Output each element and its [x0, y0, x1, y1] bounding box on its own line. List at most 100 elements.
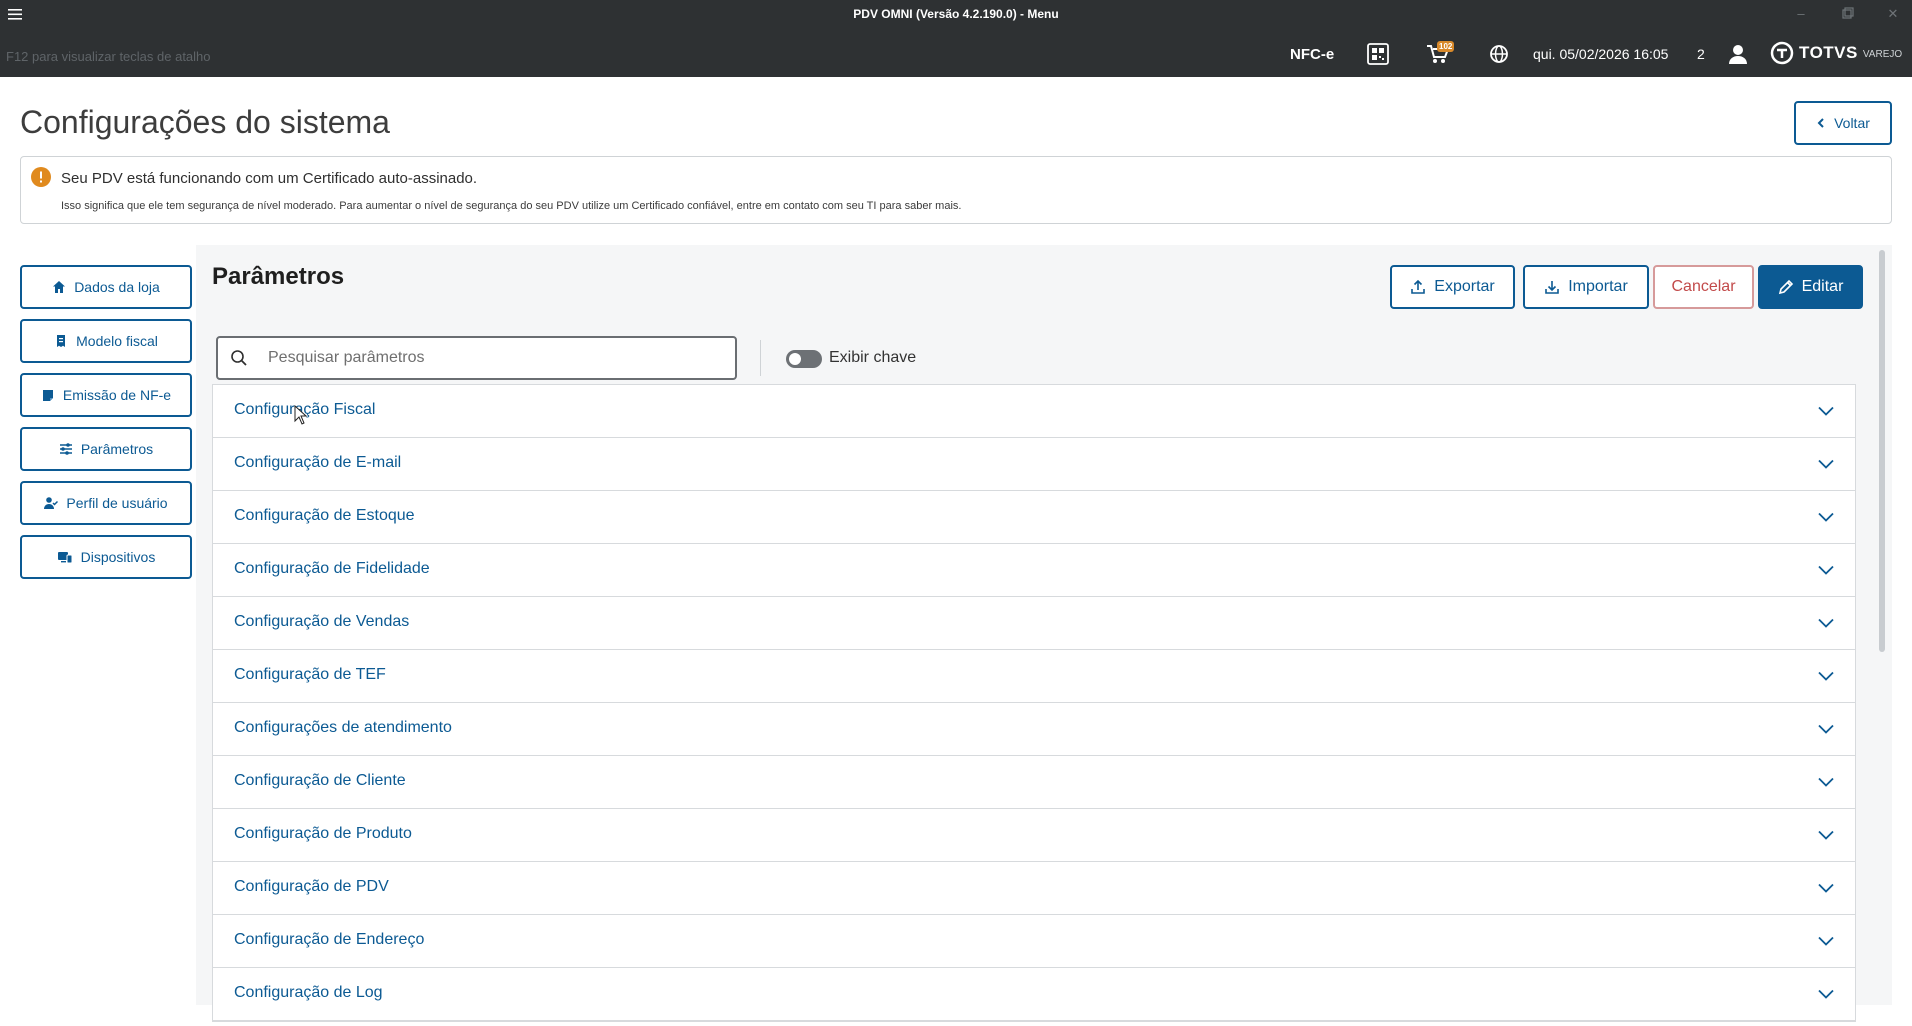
- receipt-icon: [57, 335, 66, 347]
- edit-button[interactable]: Editar: [1758, 265, 1863, 309]
- search-icon: [231, 350, 247, 366]
- accordion-item-label: Configuração de Endereço: [234, 931, 425, 948]
- accordion-item-email[interactable]: Configuração de E-mail: [213, 438, 1855, 491]
- devices-icon: [57, 552, 73, 564]
- accordion-item-label: Configuração de TEF: [234, 666, 386, 683]
- chevron-down-icon: [1818, 830, 1834, 840]
- sidebar-item-label: Modelo fiscal: [76, 333, 158, 349]
- totvs-logo-icon: [1770, 41, 1794, 65]
- chevron-down-icon: [1818, 459, 1834, 469]
- sidebar-item-label: Dispositivos: [80, 549, 156, 565]
- accordion-item-label: Configuração de Fidelidade: [234, 560, 430, 577]
- cancel-button-label: Cancelar: [1671, 278, 1736, 295]
- totvs-logo: TOTVS VAREJO: [1770, 41, 1902, 65]
- mouse-pointer-icon: [294, 405, 308, 425]
- sidebar-item-label: Emissão de NF-e: [62, 387, 172, 403]
- chevron-down-icon: [1818, 883, 1834, 893]
- sidebar-item-emissao-nfe[interactable]: Emissão de NF-e: [20, 373, 192, 417]
- back-button-label: Voltar: [1834, 115, 1870, 131]
- accordion-item-label: Configuração de Vendas: [234, 613, 410, 630]
- back-button[interactable]: Voltar: [1794, 101, 1892, 145]
- toolbar-divider: [760, 340, 761, 376]
- minimize-icon[interactable]: –: [1790, 4, 1812, 24]
- chevron-down-icon: [1818, 671, 1834, 681]
- upload-icon: [1411, 279, 1426, 294]
- search-field[interactable]: [216, 336, 737, 380]
- panel-scrollbar[interactable]: [1879, 250, 1885, 652]
- close-icon[interactable]: ✕: [1882, 4, 1904, 24]
- window-titlebar: PDV OMNI (Versão 4.2.190.0) - Menu – ✕: [0, 0, 1912, 28]
- user-count: 2: [1697, 46, 1705, 62]
- search-input[interactable]: [268, 346, 718, 370]
- accordion-item-produto[interactable]: Configuração de Produto: [213, 809, 1855, 862]
- sidebar-item-parametros[interactable]: Parâmetros: [20, 427, 192, 471]
- sidebar-item-label: Perfil de usuário: [66, 495, 168, 511]
- sidebar-item-dispositivos[interactable]: Dispositivos: [20, 535, 192, 579]
- accordion-item-label: Configuração de Produto: [234, 825, 412, 842]
- accordion-item-tef[interactable]: Configuração de TEF: [213, 650, 1855, 703]
- chevron-down-icon: [1818, 406, 1834, 416]
- accordion-item-cliente[interactable]: Configuração de Cliente: [213, 756, 1855, 809]
- accordion-item-atendimento[interactable]: Configurações de atendimento: [213, 703, 1855, 756]
- accordion-item-vendas[interactable]: Configuração de Vendas: [213, 597, 1855, 650]
- sliders-icon: [59, 443, 72, 455]
- qrcode-icon[interactable]: [1364, 41, 1392, 67]
- document-icon: [42, 390, 53, 401]
- accordion-item-fiscal[interactable]: Configuração Fiscal: [213, 385, 1855, 438]
- brand-sub: VAREJO: [1862, 49, 1903, 60]
- shortcut-hint: F12 para visualizar teclas de atalho: [6, 49, 211, 64]
- chevron-down-icon: [1818, 989, 1834, 999]
- chevron-down-icon: [1818, 936, 1834, 946]
- cart-count-badge: 102: [1437, 41, 1455, 52]
- show-key-toggle[interactable]: [786, 350, 822, 368]
- sidebar-item-label: Dados da loja: [74, 279, 160, 295]
- warning-icon: [31, 167, 51, 187]
- accordion-item-label: Configuração de Log: [234, 984, 383, 1001]
- accordion-item-estoque[interactable]: Configuração de Estoque: [213, 491, 1855, 544]
- cancel-button[interactable]: Cancelar: [1653, 265, 1754, 309]
- home-icon: [53, 281, 66, 293]
- accordion-item-label: Configurações de atendimento: [234, 719, 452, 736]
- accordion-item-fidelidade[interactable]: Configuração de Fidelidade: [213, 544, 1855, 597]
- user-icon[interactable]: [1724, 41, 1752, 67]
- sidebar-item-label: Parâmetros: [80, 441, 154, 457]
- app-topbar: F12 para visualizar teclas de atalho NFC…: [0, 28, 1912, 77]
- toggle-knob: [789, 353, 801, 365]
- datetime: qui. 05/02/2026 16:05: [1533, 46, 1669, 62]
- chevron-down-icon: [1818, 777, 1834, 787]
- accordion-item-pdv[interactable]: Configuração de PDV: [213, 862, 1855, 915]
- accordion-item-label: Configuração de Estoque: [234, 507, 415, 524]
- brand-name: TOTVS: [1799, 43, 1858, 62]
- page-title: Configurações do sistema: [20, 104, 390, 140]
- parameters-accordion: Configuração Fiscal Configuração de E-ma…: [212, 384, 1856, 1022]
- sidebar-item-perfil-de-usuario[interactable]: Perfil de usuário: [20, 481, 192, 525]
- doc-type-indicator[interactable]: NFC-e: [1290, 46, 1334, 63]
- accordion-item-label: Configuração de PDV: [234, 878, 389, 895]
- sidebar-item-modelo-fiscal[interactable]: Modelo fiscal: [20, 319, 192, 363]
- alert-title: Seu PDV está funcionando com um Certific…: [61, 170, 478, 187]
- chevron-left-icon: [1817, 118, 1824, 128]
- chevron-down-icon: [1818, 565, 1834, 575]
- export-button[interactable]: Exportar: [1390, 265, 1515, 309]
- chevron-down-icon: [1818, 724, 1834, 734]
- export-button-label: Exportar: [1434, 278, 1495, 295]
- chevron-down-icon: [1818, 618, 1834, 628]
- accordion-item-endereco[interactable]: Configuração de Endereço: [213, 915, 1855, 968]
- accordion-item-label: Configuração de Cliente: [234, 772, 406, 789]
- certificate-alert: Seu PDV está funcionando com um Certific…: [20, 156, 1892, 224]
- import-button-label: Importar: [1568, 278, 1628, 295]
- accordion-item-label: Configuração de E-mail: [234, 454, 402, 471]
- edit-button-label: Editar: [1801, 278, 1844, 295]
- restore-icon[interactable]: [1836, 4, 1858, 24]
- window-title: PDV OMNI (Versão 4.2.190.0) - Menu: [853, 7, 1059, 21]
- pencil-icon: [1778, 279, 1793, 295]
- sidebar-item-dados-da-loja[interactable]: Dados da loja: [20, 265, 192, 309]
- alert-detail: Isso significa que ele tem segurança de …: [61, 200, 962, 212]
- import-button[interactable]: Importar: [1523, 265, 1649, 309]
- chevron-down-icon: [1818, 512, 1834, 522]
- download-icon: [1545, 281, 1560, 294]
- globe-icon[interactable]: [1485, 41, 1513, 67]
- user-check-icon: [44, 497, 59, 509]
- panel-title: Parâmetros: [212, 263, 345, 290]
- accordion-item-log[interactable]: Configuração de Log: [213, 968, 1855, 1021]
